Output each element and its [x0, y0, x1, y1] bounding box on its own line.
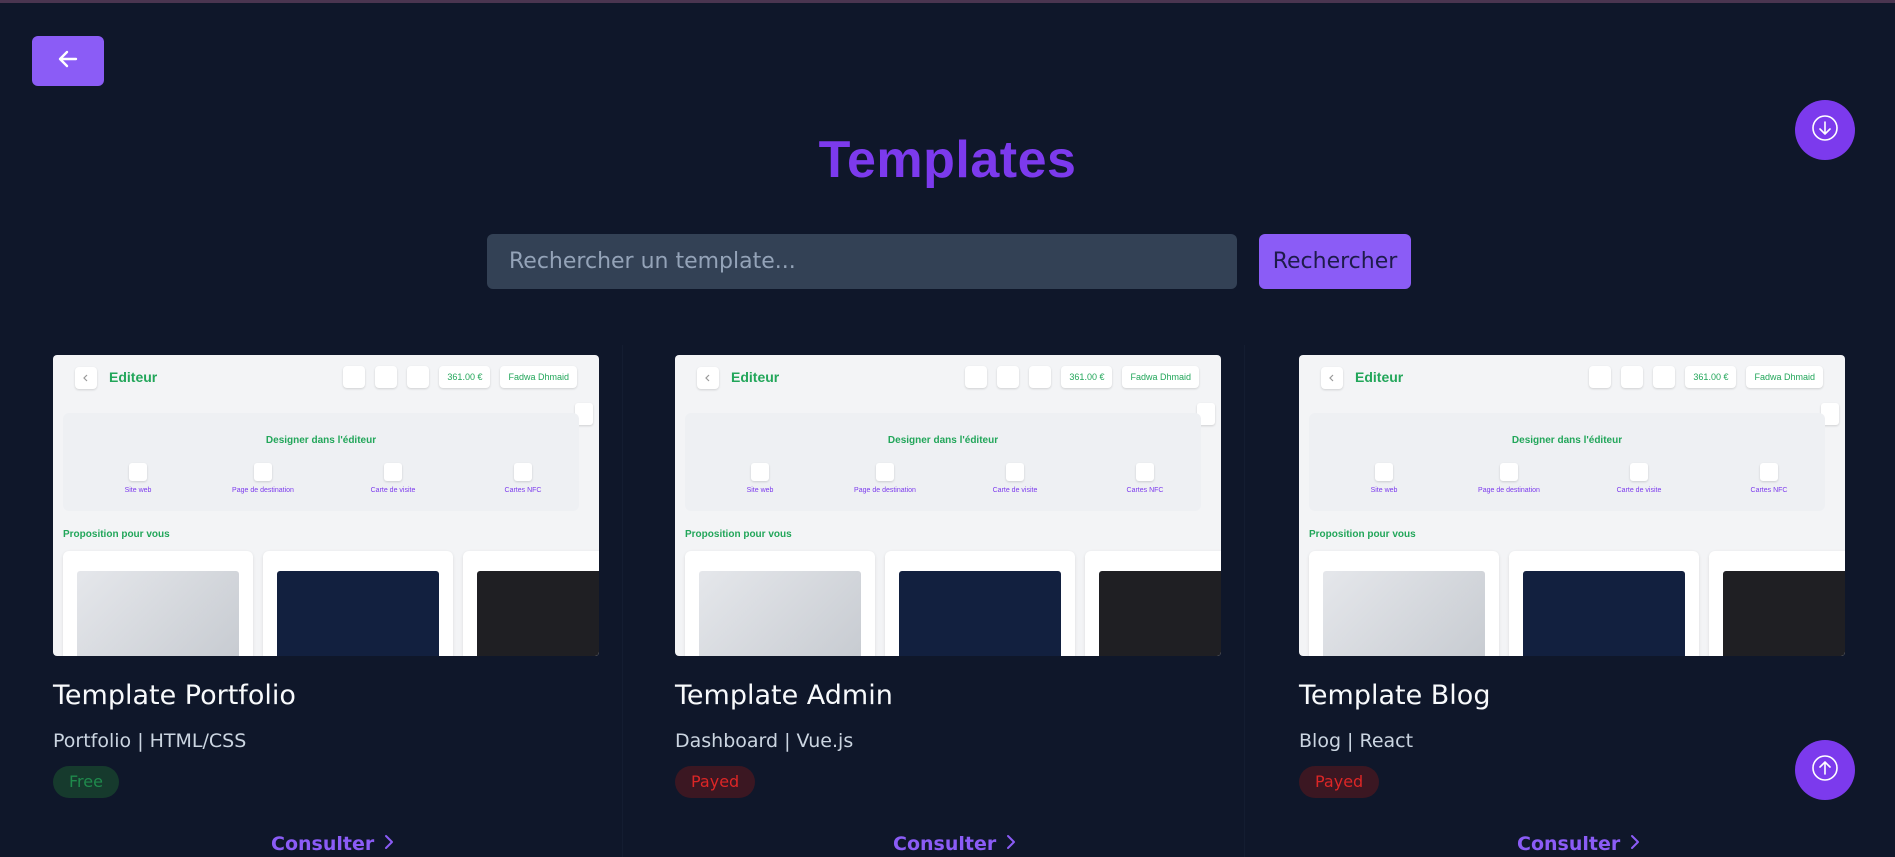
preview-tile: Cartes NFC	[504, 487, 542, 494]
preview-user: Fadwa Dhmaid	[1122, 366, 1199, 388]
scroll-up-button[interactable]	[1795, 740, 1855, 800]
back-button[interactable]	[32, 36, 104, 86]
preview-tile: Site web	[746, 487, 774, 494]
preview-tile: Carte de visite	[992, 487, 1038, 494]
preview-tile: Page de destination	[232, 487, 294, 494]
template-meta: Blog | React	[1299, 730, 1414, 752]
price-badge: Free	[53, 766, 119, 798]
preview-tile: Carte de visite	[1616, 487, 1662, 494]
preview-title: Editeur	[1355, 369, 1404, 385]
preview-section-title: Proposition pour vous	[1309, 529, 1416, 540]
laptop-mockup-image	[77, 571, 239, 656]
laptop-mockup-image	[1323, 571, 1485, 656]
preview-user: Fadwa Dhmaid	[1746, 366, 1823, 388]
preview-user: Fadwa Dhmaid	[500, 366, 577, 388]
search-input[interactable]	[487, 234, 1237, 289]
preview-section-title: Proposition pour vous	[63, 529, 170, 540]
preview-tile: Cartes NFC	[1750, 487, 1788, 494]
website-mockup-image	[899, 571, 1061, 656]
preview-tile: Site web	[1370, 487, 1398, 494]
template-name: Template Admin	[675, 680, 893, 711]
preview-title: Editeur	[731, 369, 780, 385]
template-meta: Dashboard | Vue.js	[675, 730, 854, 752]
business-card-image	[1099, 571, 1221, 656]
website-mockup-image	[277, 571, 439, 656]
laptop-mockup-image	[699, 571, 861, 656]
chevron-right-icon	[384, 833, 394, 855]
page-title: Templates	[818, 131, 1077, 189]
consult-label: Consulter	[1517, 833, 1621, 855]
price-badge: Payed	[675, 766, 756, 798]
top-accent-line	[0, 0, 1895, 3]
template-thumbnail[interactable]: Editeur 361.00 € Fadwa Dhmaid Designer d…	[53, 355, 599, 656]
template-name: Template Portfolio	[53, 680, 296, 711]
search-button[interactable]: Rechercher	[1259, 234, 1411, 289]
consult-label: Consulter	[893, 833, 997, 855]
template-thumbnail[interactable]: Editeur 361.00 € Fadwa Dhmaid Designer d…	[675, 355, 1221, 656]
preview-tile: Site web	[124, 487, 152, 494]
template-card: Editeur 361.00 € Fadwa Dhmaid Designer d…	[1244, 345, 1867, 857]
website-mockup-image	[1523, 571, 1685, 656]
preview-balance: 361.00 €	[1061, 366, 1113, 388]
preview-panel-title: Designer dans l'éditeur	[265, 435, 377, 446]
preview-balance: 361.00 €	[439, 366, 491, 388]
preview-title: Editeur	[109, 369, 158, 385]
consult-link[interactable]: Consulter	[893, 831, 1016, 857]
arrow-left-icon	[56, 47, 80, 75]
template-card: Editeur 361.00 € Fadwa Dhmaid Designer d…	[0, 345, 622, 857]
business-card-image	[477, 571, 599, 656]
consult-link[interactable]: Consulter	[271, 831, 394, 857]
consult-label: Consulter	[271, 833, 375, 855]
consult-link[interactable]: Consulter	[1517, 831, 1640, 857]
template-meta: Portfolio | HTML/CSS	[53, 730, 247, 752]
business-card-image	[1723, 571, 1845, 656]
preview-tile: Page de destination	[854, 487, 916, 494]
preview-balance: 361.00 €	[1685, 366, 1737, 388]
preview-panel-title: Designer dans l'éditeur	[1511, 435, 1623, 446]
arrow-up-circle-icon	[1810, 753, 1840, 787]
chevron-right-icon	[1006, 833, 1016, 855]
preview-tile: Carte de visite	[370, 487, 416, 494]
template-thumbnail[interactable]: Editeur 361.00 € Fadwa Dhmaid Designer d…	[1299, 355, 1845, 656]
preview-tile: Page de destination	[1478, 487, 1540, 494]
template-card: Editeur 361.00 € Fadwa Dhmaid Designer d…	[622, 345, 1245, 857]
template-grid: Editeur 361.00 € Fadwa Dhmaid Designer d…	[0, 345, 1895, 857]
chevron-right-icon	[1630, 833, 1640, 855]
template-name: Template Blog	[1299, 680, 1491, 711]
preview-tile: Cartes NFC	[1126, 487, 1164, 494]
price-badge: Payed	[1299, 766, 1380, 798]
preview-section-title: Proposition pour vous	[685, 529, 792, 540]
preview-panel-title: Designer dans l'éditeur	[887, 435, 999, 446]
